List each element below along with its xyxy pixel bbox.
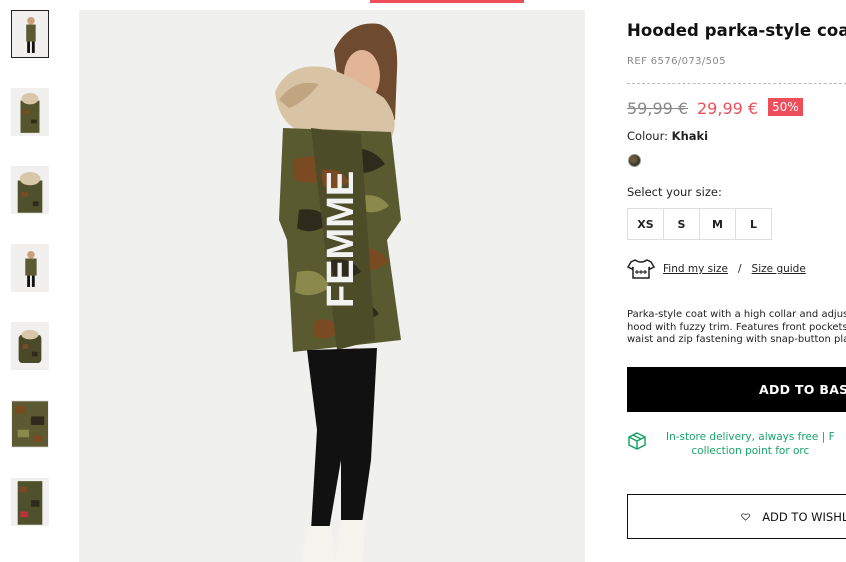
sale-price: 29,99 € [697,99,759,118]
discount-badge: 50% [768,98,803,116]
tshirt-ruler-icon [627,259,655,279]
femme-print-text: FEMME [320,171,362,308]
old-price: 59,99 € [627,99,689,118]
size-xs-button[interactable]: XS [627,208,664,240]
product-title: Hooded parka-style coat [627,21,846,40]
top-accent-bar [370,0,524,3]
add-to-wishlist-button[interactable]: ADD TO WISHLIST [627,494,846,539]
divider [627,83,846,84]
colour-row: Colour: Khaki [627,129,708,143]
product-info-panel: Hooded parka-style coat REF 6576/073/505… [627,0,846,562]
size-selector: XS S M L [627,208,772,240]
size-label: Select your size: [627,185,722,199]
add-to-wishlist-label: ADD TO WISHLIST [762,509,846,524]
heart-icon [741,512,750,521]
colour-value: Khaki [671,129,709,143]
add-to-basket-button[interactable]: ADD TO BASKET [627,367,846,412]
thumbnail-4[interactable] [11,244,49,292]
colour-swatch-khaki[interactable] [628,154,641,167]
delivery-info: In-store delivery, always free | F colle… [627,430,846,458]
size-help-row: Find my size / Size guide [627,258,806,280]
size-guide-link[interactable]: Size guide [752,263,806,275]
main-product-image[interactable]: FEMME [79,10,585,562]
size-m-button[interactable]: M [699,208,736,240]
link-separator: / [738,263,742,275]
colour-label: Colour: [627,129,668,143]
size-s-button[interactable]: S [663,208,700,240]
product-description: Parka-style coat with a high collar and … [627,309,846,345]
delivery-line-1: In-store delivery, always free | F [666,431,835,443]
size-l-button[interactable]: L [735,208,772,240]
delivery-line-2: collection point for orc [691,445,810,457]
thumbnail-6[interactable] [11,400,49,448]
thumbnail-1[interactable] [11,10,49,58]
product-ref: REF 6576/073/505 [627,56,726,67]
package-icon [628,432,646,450]
thumbnail-5[interactable] [11,322,49,370]
thumbnail-3[interactable] [11,166,49,214]
find-my-size-link[interactable]: Find my size [663,263,728,275]
thumbnail-2[interactable] [11,88,49,136]
thumbnail-7[interactable] [11,478,49,526]
